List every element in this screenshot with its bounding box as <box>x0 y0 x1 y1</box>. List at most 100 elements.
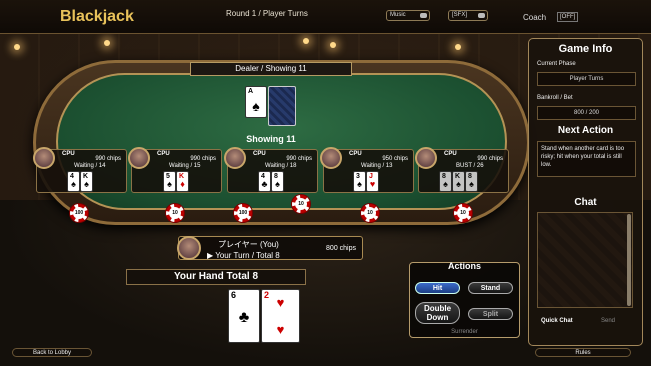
seat-card: 5 ♠ <box>163 171 176 192</box>
seat-chips: 990 chips <box>286 156 312 162</box>
bet-chip: 100 <box>70 204 88 222</box>
dealer-hole-card <box>268 86 296 126</box>
phase-value: Player Turns <box>537 72 636 86</box>
seat-status: Waiting / 13 <box>361 163 393 169</box>
next-action-title: Next Action <box>557 125 614 136</box>
seat-card: 3 ♠ <box>353 171 366 192</box>
game-info-title: Game Info <box>558 43 613 55</box>
seat-name: CPU <box>444 151 457 157</box>
lamp-icon <box>455 44 461 50</box>
spade-icon: ♠ <box>357 179 362 189</box>
hand-total: Your Hand Total 8 <box>126 269 306 285</box>
toggle-knob-icon <box>420 13 427 18</box>
avatar <box>320 147 342 169</box>
player-card: 6 ♣ <box>228 289 260 343</box>
bankroll-label: Bankroll / Bet <box>537 95 573 101</box>
player-name: プレイヤー (You) <box>218 240 279 249</box>
seat-card: 8 ♠ <box>271 171 284 192</box>
bet-chip: 10 <box>292 195 310 213</box>
seat-card: 4 ♠ <box>67 171 80 192</box>
info-panel: Game Info Current Phase Player Turns Ban… <box>528 38 643 346</box>
seat-card: 4 ♣ <box>258 171 271 192</box>
game-title: Blackjack <box>60 8 134 25</box>
player-chips: 800 chips <box>326 245 356 252</box>
seat-status: Waiting / 14 <box>74 163 106 169</box>
heart-icon: ♥ <box>276 295 285 310</box>
phase-label: Current Phase <box>537 61 576 67</box>
spade-icon: ♠ <box>456 179 461 189</box>
coach-toggle[interactable]: [OFF] <box>557 12 579 22</box>
seat-card: K ♠ <box>80 171 93 192</box>
surrender-button[interactable]: Surrender <box>410 329 519 335</box>
chat-scrollbar[interactable] <box>627 214 631 306</box>
chat-log <box>537 212 633 308</box>
seat-status: Waiting / 18 <box>265 163 297 169</box>
seat-card: 8 ♠ <box>439 171 452 192</box>
cpu-seat-1: CPU 990 chips Waiting / 14 4 ♠ K ♠ <box>33 147 127 193</box>
card-rank: 6 <box>231 290 237 300</box>
actions-title: Actions <box>447 261 481 271</box>
dealer-up-card: A ♠ <box>245 86 267 118</box>
spade-icon: ♠ <box>275 179 280 189</box>
avatar <box>33 147 55 169</box>
spade-icon: ♠ <box>84 179 89 189</box>
avatar <box>415 147 437 169</box>
coach-advice: Stand when another card is too risky; hi… <box>537 141 636 177</box>
sfx-toggle[interactable]: [SFX] <box>448 10 488 21</box>
sfx-label: SFX <box>453 12 466 18</box>
seat-status: Waiting / 15 <box>169 163 201 169</box>
player-turn-status: ▶ Your Turn / Total 8 <box>207 251 280 260</box>
back-to-lobby-button[interactable]: Back to Lobby <box>12 348 92 357</box>
coach-label: Coach <box>523 13 547 22</box>
seat-chips: 950 chips <box>382 156 408 162</box>
club-icon: ♣ <box>238 309 250 326</box>
seat-card: J ♥ <box>366 171 379 192</box>
spade-icon: ♠ <box>469 179 474 189</box>
hit-button[interactable]: Hit <box>415 282 460 294</box>
player-banner: プレイヤー (You) 800 chips ▶ Your Turn / Tota… <box>177 236 363 260</box>
heart-icon: ♥ <box>369 179 376 189</box>
lamp-icon <box>14 44 20 50</box>
lamp-icon <box>303 38 309 44</box>
lamp-icon <box>104 40 110 46</box>
split-button[interactable]: Split <box>468 308 513 320</box>
send-button[interactable]: Send <box>601 318 615 324</box>
cpu-seat-5: CPU 990 chips BUST / 26 8 ♠ K ♠ 8 ♠ <box>415 147 509 193</box>
bankroll-value: 800 / 200 <box>537 106 636 120</box>
lamp-icon <box>330 42 336 48</box>
cpu-seat-4: CPU 950 chips Waiting / 13 3 ♠ J ♥ <box>320 147 414 193</box>
music-toggle[interactable]: Music <box>386 10 430 21</box>
dealer-banner: Dealer / Showing 11 <box>190 62 352 76</box>
stand-button[interactable]: Stand <box>468 282 513 294</box>
spade-icon: ♠ <box>252 98 260 114</box>
bet-chip: 10 <box>361 204 379 222</box>
seat-chips: 990 chips <box>95 156 121 162</box>
top-bar: Blackjack Round 1 / Player Turns Music [… <box>0 0 651 34</box>
card-rank: A <box>248 88 254 95</box>
bet-chip: 10 <box>166 204 184 222</box>
rules-button[interactable]: Rules <box>535 348 631 357</box>
avatar <box>128 147 150 169</box>
casino-scene: Blackjack Round 1 / Player Turns Music [… <box>0 0 651 366</box>
bet-chip: 100 <box>234 204 252 222</box>
seat-card: 8 ♠ <box>465 171 478 192</box>
avatar <box>177 236 201 260</box>
double-down-button[interactable]: Double Down <box>415 302 460 324</box>
diamond-icon: ♦ <box>180 179 185 189</box>
seat-name: CPU <box>62 151 75 157</box>
seat-card: K ♠ <box>452 171 465 192</box>
toggle-knob-icon <box>478 13 485 18</box>
avatar <box>224 147 246 169</box>
bet-chip: 10 <box>454 204 472 222</box>
cpu-seat-3: CPU 990 chips Waiting / 18 4 ♣ 8 ♠ <box>224 147 318 193</box>
quick-chat-button[interactable]: Quick Chat <box>541 318 573 324</box>
round-status: Round 1 / Player Turns <box>226 9 308 18</box>
music-label: Music <box>390 12 406 18</box>
chat-title: Chat <box>574 197 597 208</box>
seat-chips: 990 chips <box>477 156 503 162</box>
seat-chips: 990 chips <box>190 156 216 162</box>
seat-name: CPU <box>253 151 266 157</box>
spade-icon: ♠ <box>167 179 172 189</box>
seat-status: BUST / 26 <box>456 163 484 169</box>
club-icon: ♣ <box>261 179 268 189</box>
